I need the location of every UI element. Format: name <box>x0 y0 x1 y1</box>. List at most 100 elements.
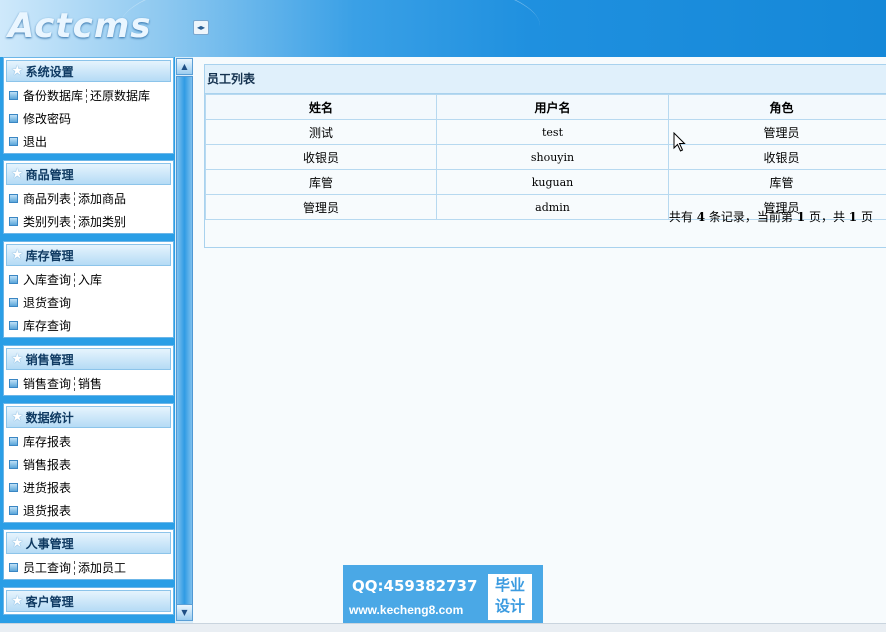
table-cell: 收银员 <box>669 145 886 170</box>
star-icon: ★ <box>11 247 24 263</box>
sidebar-group-header[interactable]: ★客户管理 <box>6 590 171 612</box>
sidebar-group-title: 客户管理 <box>26 593 74 610</box>
bullet-square-icon <box>9 91 18 100</box>
sidebar-row: 修改密码 <box>4 107 173 130</box>
sidebar-group-header[interactable]: ★人事管理 <box>6 532 171 554</box>
sidebar-link[interactable]: 入库查询 <box>23 271 71 288</box>
sidebar-link[interactable]: 备份数据库 <box>23 87 83 104</box>
badge-line: 设计 <box>488 596 532 617</box>
sidebar-group-header[interactable]: ★数据统计 <box>6 406 171 428</box>
sidebar-group: ★库存管理入库查询入库退货查询库存查询 <box>3 241 174 338</box>
bullet-square-icon <box>9 563 18 572</box>
pager-text: 条记录，当前第 <box>709 210 793 224</box>
pager-total-pages: 1 <box>849 210 857 224</box>
sidebar-row: 销售报表 <box>4 453 173 476</box>
sidebar-link[interactable]: 类别列表 <box>23 213 71 230</box>
sidebar-scrollbar[interactable]: ▲ ▼ <box>175 57 193 623</box>
sidebar-group: ★商品管理商品列表添加商品类别列表添加类别 <box>3 160 174 234</box>
sidebar-group-title: 数据统计 <box>26 409 74 426</box>
star-icon: ★ <box>11 63 24 79</box>
sidebar-group: ★销售管理销售查询销售 <box>3 345 174 396</box>
bullet-square-icon <box>9 275 18 284</box>
pager-text: 共有 <box>669 210 693 224</box>
link-separator <box>74 561 75 575</box>
sidebar-link[interactable]: 入库 <box>78 271 102 288</box>
scroll-up-icon[interactable]: ▲ <box>176 58 193 75</box>
sidebar-group-header[interactable]: ★商品管理 <box>6 163 171 185</box>
table-cell: 管理员 <box>206 195 437 220</box>
sidebar-link[interactable]: 销售查询 <box>23 375 71 392</box>
sidebar-link[interactable]: 员工查询 <box>23 559 71 576</box>
bullet-square-icon <box>9 460 18 469</box>
sidebar-link[interactable]: 还原数据库 <box>90 87 150 104</box>
bullet-square-icon <box>9 217 18 226</box>
link-separator <box>74 192 75 206</box>
scroll-down-icon[interactable]: ▼ <box>176 604 193 621</box>
sidebar-group-title: 商品管理 <box>26 166 74 183</box>
sidebar-row: 备份数据库还原数据库 <box>4 84 173 107</box>
sidebar-link[interactable]: 库存查询 <box>23 317 71 334</box>
bullet-square-icon <box>9 321 18 330</box>
table-cell: test <box>437 120 669 145</box>
table-row[interactable]: 库管kuguan库管 <box>206 170 886 195</box>
sidebar-link[interactable]: 销售 <box>78 375 102 392</box>
sidebar-row: 销售查询销售 <box>4 372 173 395</box>
bullet-square-icon <box>9 379 18 388</box>
star-icon: ★ <box>11 593 24 609</box>
sidebar-row: 入库查询入库 <box>4 268 173 291</box>
sidebar-link[interactable]: 添加员工 <box>78 559 126 576</box>
sidebar-row: 商品列表添加商品 <box>4 187 173 210</box>
sidebar: ★系统设置备份数据库还原数据库修改密码退出★商品管理商品列表添加商品类别列表添加… <box>0 57 175 623</box>
bullet-square-icon <box>9 506 18 515</box>
sidebar-group-header[interactable]: ★系统设置 <box>6 60 171 82</box>
sidebar-link[interactable]: 添加商品 <box>78 190 126 207</box>
sidebar-link[interactable]: 销售报表 <box>23 456 71 473</box>
employee-table: 姓名 用户名 角色 测试test管理员收银员shouyin收银员库管kuguan… <box>205 94 886 220</box>
sidebar-link[interactable]: 修改密码 <box>23 110 71 127</box>
sidebar-toggle-button[interactable]: ◂▸ <box>193 20 209 35</box>
sidebar-link[interactable]: 库存报表 <box>23 433 71 450</box>
sidebar-link[interactable]: 退出 <box>23 133 47 150</box>
sidebar-row: 退货查询 <box>4 291 173 314</box>
link-separator <box>86 89 87 103</box>
column-header: 角色 <box>669 95 886 120</box>
sidebar-group-header[interactable]: ★销售管理 <box>6 348 171 370</box>
app-logo: Actcms <box>8 6 152 46</box>
sidebar-row: 退货报表 <box>4 499 173 522</box>
sidebar-group-header[interactable]: ★库存管理 <box>6 244 171 266</box>
table-cell: 管理员 <box>669 120 886 145</box>
pager-current-page: 1 <box>797 210 805 224</box>
table-cell: 测试 <box>206 120 437 145</box>
table-row[interactable]: 测试test管理员 <box>206 120 886 145</box>
sidebar-group-title: 销售管理 <box>26 351 74 368</box>
sidebar-group-title: 库存管理 <box>26 247 74 264</box>
badge-line: 毕业 <box>488 575 532 596</box>
pager-text: 页，共 <box>809 210 845 224</box>
link-separator <box>74 273 75 287</box>
sidebar-group: ★系统设置备份数据库还原数据库修改密码退出 <box>3 57 174 154</box>
sidebar-link[interactable]: 添加类别 <box>78 213 126 230</box>
sidebar-group: ★人事管理员工查询添加员工 <box>3 529 174 580</box>
watermark: QQ:459382737 www.kecheng8.com 毕业 设计 <box>343 565 543 625</box>
sidebar-link[interactable]: 退货报表 <box>23 502 71 519</box>
bullet-square-icon <box>9 137 18 146</box>
sidebar-group: ★客户管理 <box>3 587 174 615</box>
sidebar-group: ★数据统计库存报表销售报表进货报表退货报表 <box>3 403 174 523</box>
sidebar-group-title: 系统设置 <box>26 63 74 80</box>
sidebar-row: 库存查询 <box>4 314 173 337</box>
sidebar-link[interactable]: 商品列表 <box>23 190 71 207</box>
star-icon: ★ <box>11 166 24 182</box>
star-icon: ★ <box>11 535 24 551</box>
pagination-info: 共有 4 条记录，当前第 1 页，共 1 页 <box>669 208 873 225</box>
table-row[interactable]: 收银员shouyin收银员 <box>206 145 886 170</box>
sidebar-row: 类别列表添加类别 <box>4 210 173 233</box>
link-separator <box>74 377 75 391</box>
bullet-square-icon <box>9 437 18 446</box>
mouse-cursor-icon <box>673 132 687 153</box>
scroll-thumb[interactable] <box>176 76 193 605</box>
column-header: 用户名 <box>437 95 669 120</box>
sidebar-link[interactable]: 退货查询 <box>23 294 71 311</box>
employee-list-panel: 员工列表 姓名 用户名 角色 测试test管理员收银员shouyin收银员库管k… <box>204 64 886 248</box>
table-cell: admin <box>437 195 669 220</box>
sidebar-link[interactable]: 进货报表 <box>23 479 71 496</box>
